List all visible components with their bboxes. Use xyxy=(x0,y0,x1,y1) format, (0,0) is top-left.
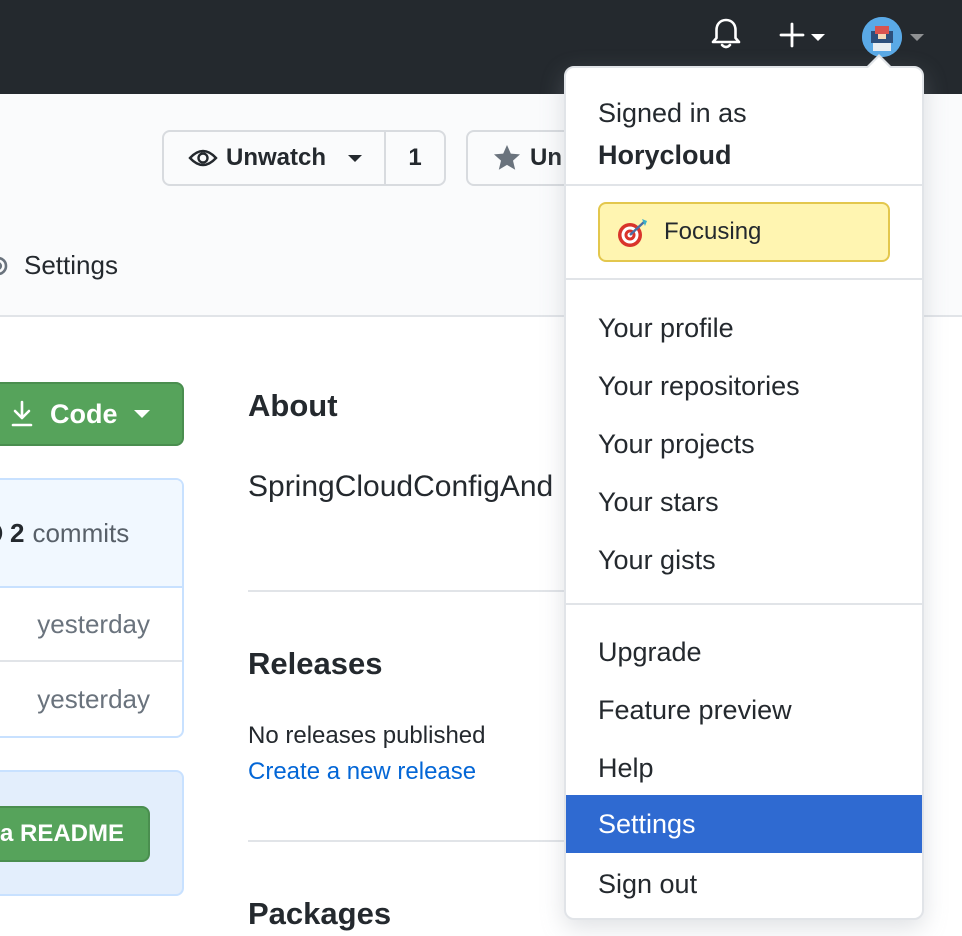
bell-icon xyxy=(710,17,742,56)
unstar-button[interactable]: Un xyxy=(468,132,562,184)
status-label: Focusing xyxy=(664,218,762,245)
packages-heading: Packages xyxy=(248,896,392,931)
code-button-label: Code xyxy=(50,398,118,429)
signed-in-label: Signed in as xyxy=(598,98,747,128)
set-status-button[interactable]: Focusing xyxy=(598,202,890,262)
about-description: SpringCloudConfigAnd xyxy=(248,470,554,503)
user-dropdown-menu: Signed in as Horycloud Focusing Your pro… xyxy=(564,54,924,920)
no-releases-text: No releases published xyxy=(248,722,486,749)
divider xyxy=(566,603,922,605)
eye-icon xyxy=(188,147,218,169)
download-icon xyxy=(10,400,34,428)
unwatch-label: Unwatch xyxy=(226,144,327,171)
create-release-link[interactable]: Create a new release xyxy=(248,758,476,786)
commits-link[interactable]: 2 commits xyxy=(0,480,182,588)
chevron-down-icon xyxy=(348,154,363,162)
chevron-down-icon xyxy=(811,33,825,41)
menu-item-settings[interactable]: Settings xyxy=(566,795,922,853)
watch-button-group: Unwatch 1 xyxy=(162,130,446,186)
history-icon xyxy=(0,519,6,547)
avatar xyxy=(862,17,902,57)
menu-item-your-stars[interactable]: Your stars xyxy=(566,473,922,531)
unwatch-button[interactable]: Unwatch xyxy=(164,132,386,184)
divider xyxy=(248,840,578,842)
commits-label: commits xyxy=(32,517,130,548)
signed-in-header: Signed in as Horycloud xyxy=(598,92,747,176)
about-heading: About xyxy=(248,388,338,423)
menu-item-upgrade[interactable]: Upgrade xyxy=(566,623,922,681)
divider xyxy=(566,278,922,280)
create-new-button[interactable] xyxy=(772,18,832,56)
list-item: yesterday xyxy=(0,662,182,736)
commits-box: 2 commits yesterday yesterday xyxy=(0,478,184,738)
watchers-count[interactable]: 1 xyxy=(386,132,444,184)
divider xyxy=(566,184,922,186)
code-button[interactable]: Code xyxy=(0,382,184,446)
unstar-label: Un xyxy=(530,144,562,171)
menu-item-your-profile[interactable]: Your profile xyxy=(566,299,922,357)
gear-icon xyxy=(0,252,12,280)
chevron-down-icon xyxy=(133,410,150,418)
divider xyxy=(248,590,578,592)
notifications-button[interactable] xyxy=(706,16,746,56)
tab-settings[interactable]: Settings xyxy=(0,250,118,281)
add-readme-button[interactable]: a README xyxy=(0,806,150,862)
menu-item-sign-out[interactable]: Sign out xyxy=(566,855,922,913)
menu-item-your-gists[interactable]: Your gists xyxy=(566,531,922,589)
list-item: yesterday xyxy=(0,588,182,662)
star-icon xyxy=(492,143,522,173)
menu-item-feature-preview[interactable]: Feature preview xyxy=(566,681,922,739)
commits-count: 2 xyxy=(10,517,25,548)
commit-time: yesterday xyxy=(37,683,150,714)
menu-item-help[interactable]: Help xyxy=(566,739,922,797)
tab-settings-label: Settings xyxy=(24,250,118,280)
signed-in-username[interactable]: Horycloud xyxy=(598,134,747,176)
menu-item-your-projects[interactable]: Your projects xyxy=(566,415,922,473)
menu-item-your-repositories[interactable]: Your repositories xyxy=(566,357,922,415)
chevron-down-icon xyxy=(910,33,924,41)
releases-heading: Releases xyxy=(248,646,383,681)
dart-icon xyxy=(616,215,650,249)
commit-time: yesterday xyxy=(37,608,150,639)
plus-icon xyxy=(779,22,805,53)
